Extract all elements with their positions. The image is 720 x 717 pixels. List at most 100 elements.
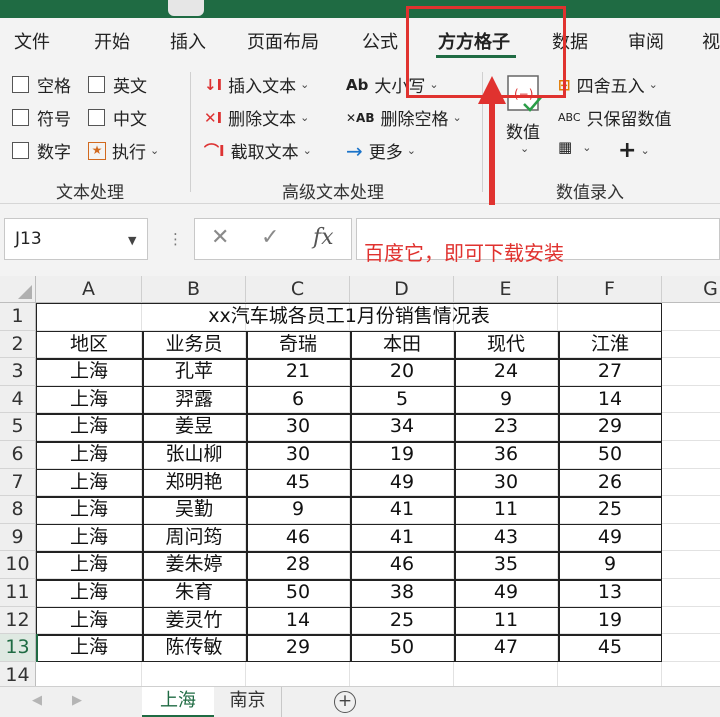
- column-header[interactable]: C: [246, 276, 350, 303]
- table-cell[interactable]: 50: [558, 441, 662, 469]
- table-cell[interactable]: 11: [454, 496, 558, 524]
- table-cell[interactable]: 上海: [36, 634, 142, 662]
- table-cell[interactable]: 13: [558, 579, 662, 607]
- table-cell[interactable]: 上海: [36, 413, 142, 441]
- table-cell[interactable]: 30: [454, 469, 558, 497]
- table-cell[interactable]: 25: [558, 496, 662, 524]
- table-cell[interactable]: 上海: [36, 524, 142, 552]
- table-cell[interactable]: 46: [246, 524, 350, 552]
- tab-review[interactable]: 审阅: [628, 28, 664, 54]
- chevron-down-icon[interactable]: ▼: [128, 234, 136, 247]
- checkbox-box[interactable]: [12, 142, 29, 159]
- table-cell[interactable]: 41: [350, 496, 454, 524]
- name-box[interactable]: J13: [4, 218, 148, 260]
- tab-file[interactable]: 文件: [14, 28, 50, 54]
- table-cell[interactable]: 27: [558, 358, 662, 386]
- value-dropdown[interactable]: ⌄: [516, 142, 529, 155]
- table-cell[interactable]: 陈传敏: [142, 634, 246, 662]
- row-header[interactable]: 5: [0, 413, 36, 441]
- row-header[interactable]: 14: [0, 661, 36, 686]
- checkbox-box[interactable]: [88, 76, 105, 93]
- table-cell[interactable]: 9: [246, 496, 350, 524]
- tab-home[interactable]: 开始: [94, 28, 130, 54]
- sheet-tab-shanghai[interactable]: 上海: [142, 687, 214, 717]
- table-cell[interactable]: 43: [454, 524, 558, 552]
- table-cell[interactable]: 26: [558, 469, 662, 497]
- table-cell[interactable]: 21: [246, 358, 350, 386]
- column-header[interactable]: B: [142, 276, 246, 303]
- tab-formulas[interactable]: 公式: [362, 28, 398, 54]
- checkbox-box[interactable]: [12, 76, 29, 93]
- table-cell[interactable]: 45: [558, 634, 662, 662]
- table-cell[interactable]: 45: [246, 469, 350, 497]
- table-cell[interactable]: 38: [350, 579, 454, 607]
- table-cell[interactable]: 28: [246, 551, 350, 579]
- table-cell[interactable]: 9: [454, 386, 558, 414]
- column-header[interactable]: D: [350, 276, 454, 303]
- tab-view[interactable]: 视: [702, 28, 720, 54]
- column-header[interactable]: G: [662, 276, 720, 303]
- row-header[interactable]: 10: [0, 551, 36, 579]
- row-header[interactable]: 2: [0, 330, 36, 359]
- insert-text-button[interactable]: ↓I 插入文本 ⌄: [204, 72, 309, 98]
- table-cell[interactable]: 上海: [36, 469, 142, 497]
- table-cell[interactable]: 9: [558, 551, 662, 579]
- table-cell[interactable]: 上海: [36, 386, 142, 414]
- checkbox-chinese[interactable]: 中文: [88, 105, 147, 130]
- table-cell[interactable]: 23: [454, 413, 558, 441]
- execute-button[interactable]: ★ 执行 ⌄: [88, 138, 159, 163]
- table-cell[interactable]: 上海: [36, 496, 142, 524]
- delete-text-button[interactable]: ✕I 删除文本 ⌄: [204, 105, 309, 131]
- table-cell[interactable]: 46: [350, 551, 454, 579]
- header-cell[interactable]: 地区: [36, 331, 142, 359]
- table-cell[interactable]: 11: [454, 607, 558, 635]
- table-cell[interactable]: 47: [454, 634, 558, 662]
- checkbox-number[interactable]: 数字: [12, 138, 71, 163]
- plus-button[interactable]: + ⌄: [618, 138, 650, 163]
- column-header[interactable]: E: [454, 276, 558, 303]
- checkbox-box[interactable]: [88, 109, 105, 126]
- table-cell[interactable]: 上海: [36, 551, 142, 579]
- column-header[interactable]: F: [558, 276, 662, 303]
- table-cell[interactable]: 24: [454, 358, 558, 386]
- checkbox-english[interactable]: 英文: [88, 72, 147, 97]
- table-cell[interactable]: 上海: [36, 579, 142, 607]
- table-cell[interactable]: 36: [454, 441, 558, 469]
- value-button[interactable]: 数值: [506, 118, 540, 143]
- table-cell[interactable]: 50: [350, 634, 454, 662]
- table-cell[interactable]: 49: [558, 524, 662, 552]
- table-cell[interactable]: 上海: [36, 358, 142, 386]
- table-cell[interactable]: 姜朱婷: [142, 551, 246, 579]
- table-cell[interactable]: 41: [350, 524, 454, 552]
- sheet-tab-nanjing[interactable]: 南京: [214, 687, 282, 717]
- table-cell[interactable]: 羿露: [142, 386, 246, 414]
- table-cell[interactable]: 19: [350, 441, 454, 469]
- table-cell[interactable]: 姜昱: [142, 413, 246, 441]
- table-cell[interactable]: 14: [246, 607, 350, 635]
- table-cell[interactable]: 50: [246, 579, 350, 607]
- table-icon-button[interactable]: ▦ ⌄: [558, 138, 591, 156]
- table-cell[interactable]: 25: [350, 607, 454, 635]
- table-cell[interactable]: 周问筠: [142, 524, 246, 552]
- sheet-nav-prev-icon[interactable]: ◀: [32, 693, 42, 708]
- row-header[interactable]: 1: [0, 303, 36, 331]
- table-cell[interactable]: 30: [246, 441, 350, 469]
- table-cell[interactable]: 上海: [36, 441, 142, 469]
- row-header[interactable]: 9: [0, 523, 36, 552]
- table-cell[interactable]: 孔苹: [142, 358, 246, 386]
- table-cell[interactable]: 29: [558, 413, 662, 441]
- table-cell[interactable]: 吴勤: [142, 496, 246, 524]
- function-icon[interactable]: fx: [313, 225, 334, 250]
- keep-value-button[interactable]: ABC 只保留数值: [558, 105, 672, 130]
- table-cell[interactable]: 6: [246, 386, 350, 414]
- spreadsheet-grid[interactable]: ABCDEFG 1 2 3 4 5 6 7 8 9 10 11 12 13 14 xx汽车城各员工1月份销…: [0, 276, 720, 686]
- row-header[interactable]: 4: [0, 385, 36, 414]
- table-cell[interactable]: 29: [246, 634, 350, 662]
- cancel-icon[interactable]: ✕: [211, 225, 229, 250]
- tab-page-layout[interactable]: 页面布局: [247, 28, 319, 54]
- row-header[interactable]: 8: [0, 496, 36, 524]
- table-cell[interactable]: 5: [350, 386, 454, 414]
- extract-text-button[interactable]: ⌒I 截取文本 ⌄: [204, 138, 312, 163]
- row-header[interactable]: 12: [0, 606, 36, 635]
- header-cell[interactable]: 业务员: [142, 331, 246, 359]
